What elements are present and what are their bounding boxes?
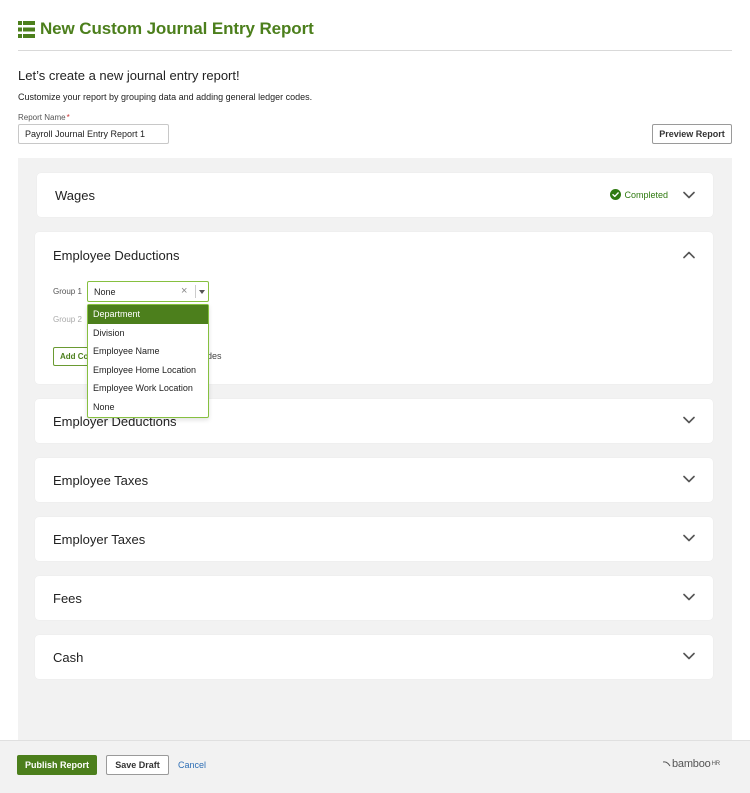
section-title: Wages <box>55 188 95 203</box>
section-wages[interactable]: Wages Completed <box>37 173 713 217</box>
chevron-down-icon[interactable] <box>683 593 695 601</box>
chevron-up-icon[interactable] <box>683 251 695 259</box>
section-title: Employee Taxes <box>53 473 149 488</box>
select-separator <box>195 285 196 298</box>
section-employer-taxes[interactable]: Employer Taxes <box>35 517 713 561</box>
bamboohr-logo: bamboo HR <box>663 758 720 770</box>
check-circle-icon <box>610 189 622 200</box>
chevron-down-icon[interactable] <box>683 475 695 483</box>
caret-down-icon[interactable] <box>199 290 205 294</box>
section-title: Employee Deductions <box>53 248 180 263</box>
group-1-dropdown-menu: Department Division Employee Name Employ… <box>87 304 209 418</box>
page-title: New Custom Journal Entry Report <box>40 19 314 38</box>
dropdown-option-employee-work-location[interactable]: Employee Work Location <box>88 379 208 398</box>
logo-wordmark: bamboo <box>672 758 711 770</box>
group-1-select[interactable]: None × <box>87 281 209 302</box>
dropdown-option-department[interactable]: Department <box>88 305 208 324</box>
dropdown-option-none[interactable]: None <box>88 398 208 417</box>
intro-heading: Let’s create a new journal entry report! <box>18 68 240 83</box>
required-mark: * <box>66 113 70 122</box>
section-title: Cash <box>53 650 84 665</box>
leaf-icon <box>663 761 671 767</box>
section-title: Fees <box>53 591 82 606</box>
save-draft-button[interactable]: Save Draft <box>106 755 169 775</box>
preview-report-button[interactable]: Preview Report <box>652 124 732 144</box>
footer-bar: Publish Report Save Draft Cancel bamboo H… <box>0 740 750 793</box>
section-employee-taxes[interactable]: Employee Taxes <box>35 458 713 502</box>
group-2-label: Group 2 <box>53 315 82 324</box>
clear-icon[interactable]: × <box>181 285 187 297</box>
publish-report-button[interactable]: Publish Report <box>17 755 97 775</box>
completed-label: Completed <box>624 189 668 200</box>
chevron-down-icon[interactable] <box>683 191 695 199</box>
table-grid-icon <box>18 20 35 38</box>
chevron-down-icon[interactable] <box>683 652 695 660</box>
header-divider <box>18 50 732 51</box>
group-1-value: None <box>94 287 116 297</box>
section-cash[interactable]: Cash <box>35 635 713 679</box>
report-name-input[interactable] <box>18 124 169 144</box>
cancel-link[interactable]: Cancel <box>178 760 206 770</box>
logo-suffix: HR <box>711 761 720 767</box>
dropdown-option-employee-name[interactable]: Employee Name <box>88 342 208 361</box>
group-1-label: Group 1 <box>53 287 82 296</box>
dropdown-option-employee-home-location[interactable]: Employee Home Location <box>88 361 208 380</box>
section-fees[interactable]: Fees <box>35 576 713 620</box>
completed-status: Completed <box>610 189 668 200</box>
page-header: New Custom Journal Entry Report <box>18 19 314 39</box>
intro-subtext: Customize your report by grouping data a… <box>18 92 313 102</box>
add-codes-trailing-text: des <box>207 351 222 361</box>
chevron-down-icon[interactable] <box>683 534 695 542</box>
report-name-label: Report Name* <box>18 113 70 122</box>
section-title: Employer Taxes <box>53 532 146 547</box>
dropdown-option-division[interactable]: Division <box>88 324 208 343</box>
chevron-down-icon[interactable] <box>683 416 695 424</box>
report-name-label-text: Report Name <box>18 113 66 122</box>
